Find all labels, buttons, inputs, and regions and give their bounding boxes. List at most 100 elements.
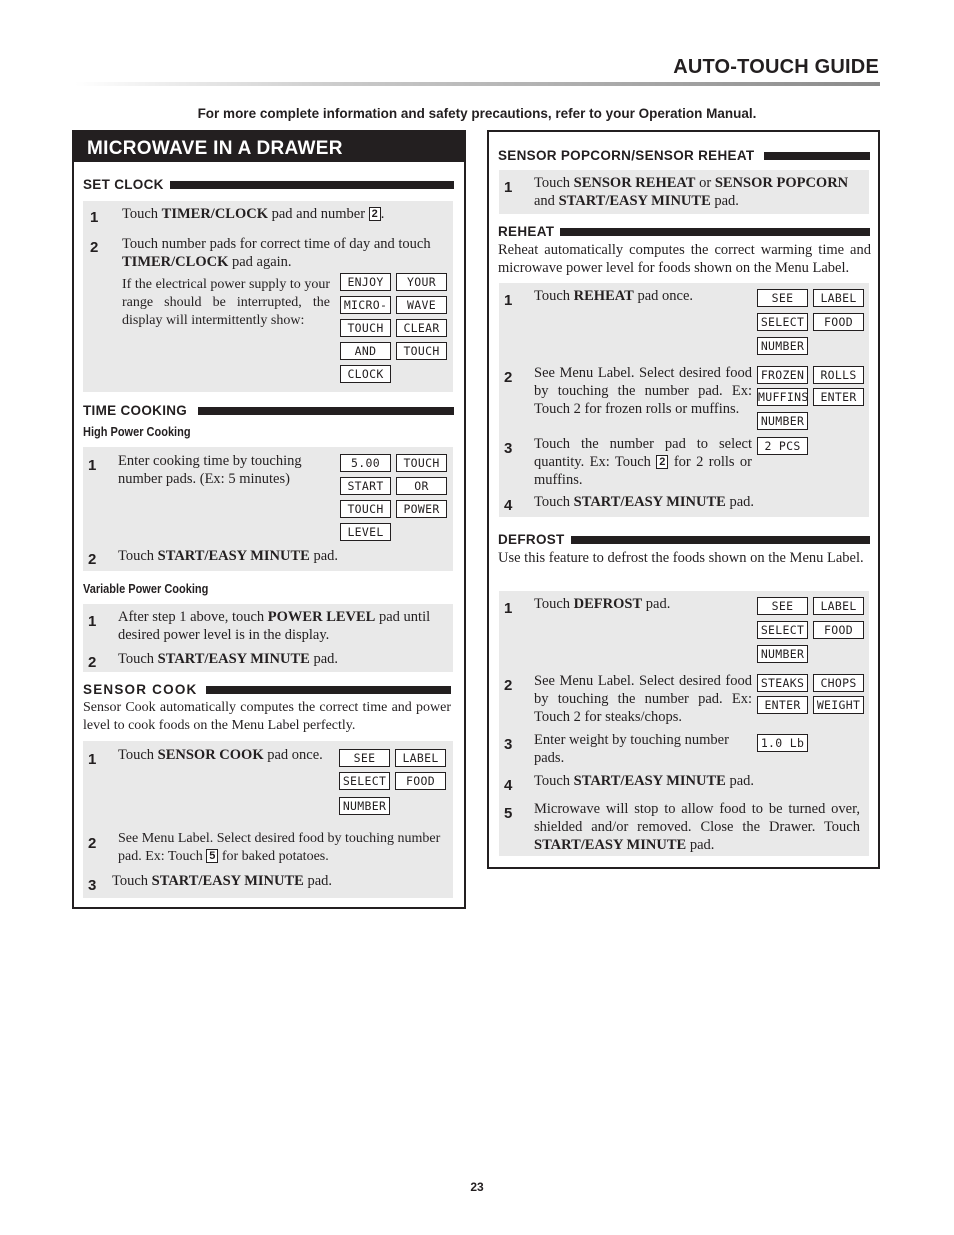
display-word: WAVE [396, 296, 447, 314]
display-word: 5.00 [340, 454, 391, 472]
pad-name: SENSOR COOK [157, 747, 264, 763]
step-number: 1 [504, 292, 513, 309]
step-text: Touch the number pad to select quantity.… [534, 435, 752, 489]
step-number: 1 [504, 179, 513, 196]
defrost-description: Use this feature to defrost the foods sh… [498, 550, 864, 566]
display-word: NUMBER [757, 645, 808, 663]
header-rule [75, 82, 880, 86]
display-word: TOUCH [340, 500, 391, 518]
variable-power-subheading: Variable Power Cooking [83, 582, 209, 596]
heading-text: SENSOR COOK [83, 682, 198, 697]
display-word: YOUR [396, 273, 447, 291]
display-word: LABEL [813, 289, 864, 307]
number-key: 5 [206, 849, 219, 863]
t: or [695, 175, 715, 191]
t: Touch [534, 596, 574, 612]
pad-name: START/EASY MINUTE [534, 837, 687, 853]
display-word: FOOD [813, 313, 864, 331]
display-word: ENJOY [340, 273, 391, 291]
page-number: 23 [470, 1180, 484, 1194]
display-word: ENTER [757, 696, 808, 714]
defrost-heading: DEFROST [498, 532, 870, 547]
display-word: NUMBER [757, 412, 808, 430]
pad-name: START/EASY MINUTE [157, 548, 310, 564]
set-clock-steps: 1 Touch TIMER/CLOCK pad and number 2. 2 … [83, 201, 453, 392]
t: pad. [642, 596, 671, 612]
step-number: 4 [504, 777, 513, 794]
heading-bar [206, 685, 451, 694]
power-interrupt-note: If the electrical power supply to your r… [122, 277, 330, 328]
display-word: START [340, 477, 391, 495]
display-word: MICRO- [340, 296, 391, 314]
t: Touch number pads for correct time of da… [122, 236, 431, 252]
display-word: WEIGHT [813, 696, 864, 714]
display-word: TOUCH [396, 342, 447, 360]
pad-name: TIMER/CLOCK [161, 206, 268, 222]
step-text: Touch TIMER/CLOCK pad and number 2. [122, 205, 447, 223]
t: pad and number [268, 206, 369, 222]
t: Touch [118, 548, 158, 564]
high-power-subheading: High Power Cooking [83, 425, 191, 439]
t: Touch [118, 651, 158, 667]
pad-name: START/EASY MINUTE [151, 873, 304, 889]
heading-bar [169, 180, 454, 189]
t: Touch [118, 747, 158, 763]
heading-text: REHEAT [498, 224, 555, 239]
step-number: 3 [504, 440, 513, 457]
pad-name: TIMER/CLOCK [122, 254, 229, 270]
pad-name: SENSOR REHEAT [573, 175, 696, 191]
number-key: 2 [656, 455, 669, 469]
display-word: SELECT [757, 313, 808, 331]
step-number: 3 [504, 736, 513, 753]
t: for baked potatoes. [218, 849, 329, 864]
safety-note: For more complete information and safety… [197, 106, 757, 121]
pad-name: DEFROST [573, 596, 643, 612]
display-word: LABEL [813, 597, 864, 615]
display-word: SELECT [757, 621, 808, 639]
step-number: 1 [504, 600, 513, 617]
heading-bar [198, 406, 454, 415]
reheat-display-quantity: 2 PCS [757, 437, 808, 455]
display-word: CLEAR [396, 319, 447, 337]
t: Touch [534, 175, 574, 191]
heading-text: SET CLOCK [83, 177, 164, 192]
display-word: ROLLS [813, 366, 864, 384]
display-word: ENTER [813, 388, 864, 406]
set-clock-heading: SET CLOCK [83, 177, 454, 192]
display-word: CHOPS [813, 674, 864, 692]
sensor-popcorn-steps: 1 Touch SENSOR REHEAT or SENSOR POPCORN … [499, 170, 869, 214]
display-word: STEAKS [757, 674, 808, 692]
step-text: See Menu Label. Select desired food by t… [118, 830, 450, 866]
display-word: NUMBER [757, 337, 808, 355]
display-word: FROZEN [757, 366, 808, 384]
display-word: AND [340, 342, 391, 360]
t: Touch [534, 773, 574, 789]
t: pad. [710, 193, 739, 209]
display-word: POWER [396, 500, 447, 518]
step-text: Touch number pads for correct time of da… [122, 235, 447, 271]
step-text: Touch SENSOR COOK pad once. [118, 746, 338, 764]
pad-name: START/EASY MINUTE [558, 193, 711, 209]
number-key: 2 [368, 207, 381, 221]
step-number: 4 [504, 497, 513, 514]
display-word: NUMBER [339, 797, 390, 815]
variable-power-steps: 1 After step 1 above, touch POWER LEVEL … [83, 604, 453, 672]
microwave-in-a-drawer-section: MICROWAVE IN A DRAWER SET CLOCK 1 Touch … [72, 130, 466, 909]
t: pad. [725, 494, 755, 510]
step-number: 1 [88, 613, 97, 630]
pad-name: START/EASY MINUTE [573, 773, 726, 789]
page-title: AUTO-TOUCH GUIDE [673, 56, 879, 78]
time-cooking-heading: TIME COOKING [83, 403, 454, 418]
t: pad again. [228, 254, 292, 270]
step-number: 2 [88, 835, 97, 852]
display-word: FOOD [395, 772, 446, 790]
step-text: See Menu Label. Select desired food by t… [534, 673, 752, 725]
reheat-heading: REHEAT [498, 224, 870, 239]
t: Microwave will stop to allow food to be … [534, 801, 860, 835]
reheat-steps: 1 Touch REHEAT pad once. SEE LABEL SELEC… [499, 283, 869, 517]
t: Touch [112, 873, 152, 889]
step-number: 1 [88, 457, 97, 474]
display-word: SEE [757, 597, 808, 615]
step-number: 5 [504, 805, 513, 822]
section-banner: MICROWAVE IN A DRAWER [74, 132, 464, 162]
